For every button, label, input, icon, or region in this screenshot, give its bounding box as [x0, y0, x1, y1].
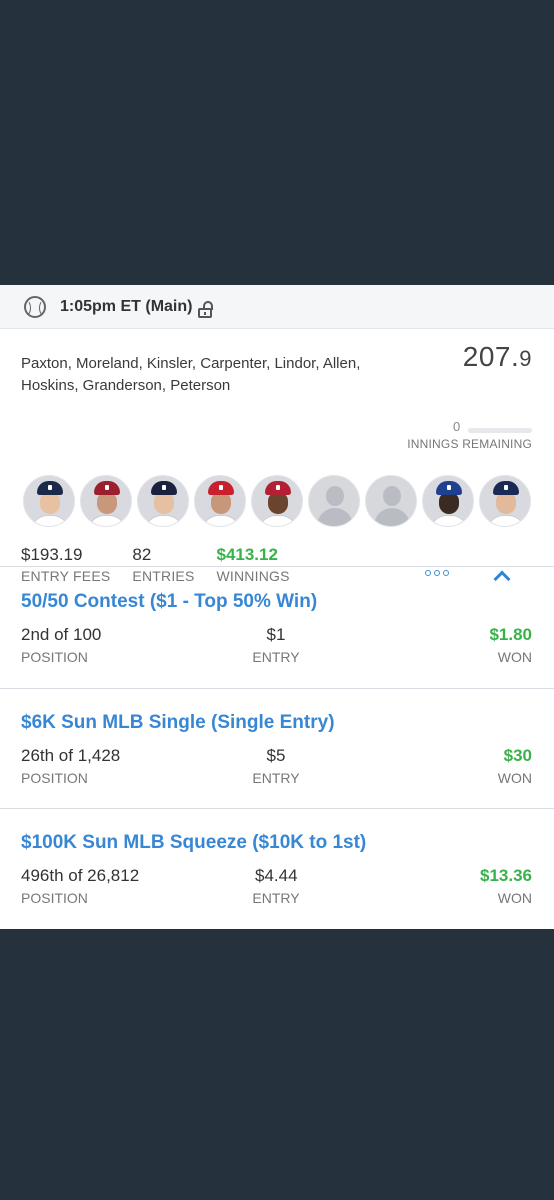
- entry-value: $1: [266, 625, 286, 644]
- entry-label: ENTRY: [252, 890, 300, 906]
- player-avatar[interactable]: [479, 475, 531, 527]
- position-label: POSITION: [21, 890, 88, 906]
- entry-label: ENTRY: [252, 649, 300, 665]
- player-avatar[interactable]: [422, 475, 474, 527]
- won-label: WON: [497, 770, 532, 786]
- winnings-value: $413.12: [216, 545, 278, 564]
- entry-fees-value: $193.19: [21, 545, 83, 564]
- unlock-icon: [198, 300, 214, 318]
- entry-label: ENTRY: [252, 770, 300, 786]
- won-value: $13.36: [480, 866, 532, 885]
- slate-title: 1:05pm ET (Main): [60, 297, 193, 315]
- position-label: POSITION: [21, 649, 88, 665]
- baseball-icon: [24, 295, 46, 318]
- player-avatar[interactable]: [251, 475, 303, 527]
- contest-row[interactable]: 50/50 Contest ($1 - Top 50% Win) 2nd of 1…: [0, 568, 554, 688]
- entries-value: 82: [132, 545, 152, 564]
- player-avatar[interactable]: [137, 475, 189, 527]
- contest-row[interactable]: $6K Sun MLB Single (Single Entry) 26th of…: [0, 688, 554, 808]
- player-avatar[interactable]: [80, 475, 132, 527]
- innings-remaining-label: INNINGS REMAINING: [407, 437, 532, 451]
- slate-header[interactable]: 1:05pm ET (Main): [0, 285, 554, 329]
- contest-title: 50/50 Contest ($1 - Top 50% Win): [21, 591, 318, 612]
- won-label: WON: [497, 649, 532, 665]
- score-decimal: 9: [519, 346, 532, 371]
- contest-row[interactable]: $100K Sun MLB Squeeze ($10K to 1st) 496th…: [0, 808, 554, 928]
- player-avatars: [23, 475, 536, 527]
- player-avatar[interactable]: [23, 475, 75, 527]
- lineup-players-text: Paxton, Moreland, Kinsler, Carpenter, Li…: [21, 355, 361, 394]
- won-value: $30: [503, 746, 532, 765]
- position-value: 26th of 1,428: [21, 746, 121, 765]
- won-value: $1.80: [489, 625, 532, 644]
- empty-player-avatar[interactable]: [308, 475, 360, 527]
- contest-title: $6K Sun MLB Single (Single Entry): [21, 712, 335, 733]
- innings-remaining-value: 0: [453, 419, 461, 434]
- score-whole: 207.: [462, 341, 520, 372]
- contest-title: $100K Sun MLB Squeeze ($10K to 1st): [21, 832, 367, 853]
- empty-player-avatar[interactable]: [365, 475, 417, 527]
- lineup-summary[interactable]: Paxton, Moreland, Kinsler, Carpenter, Li…: [0, 329, 554, 588]
- won-label: WON: [497, 890, 532, 906]
- player-avatar[interactable]: [194, 475, 246, 527]
- position-value: 496th of 26,812: [21, 866, 140, 885]
- entry-value: $5: [266, 746, 286, 765]
- innings-progress-bar: [468, 428, 532, 433]
- entry-value: $4.44: [255, 866, 298, 885]
- contest-list: 50/50 Contest ($1 - Top 50% Win) 2nd of 1…: [0, 568, 554, 928]
- total-score: 207.9: [463, 341, 532, 373]
- position-label: POSITION: [21, 770, 88, 786]
- contest-card: 1:05pm ET (Main) Paxton, Moreland, Kinsl…: [0, 285, 554, 929]
- position-value: 2nd of 100: [21, 625, 102, 644]
